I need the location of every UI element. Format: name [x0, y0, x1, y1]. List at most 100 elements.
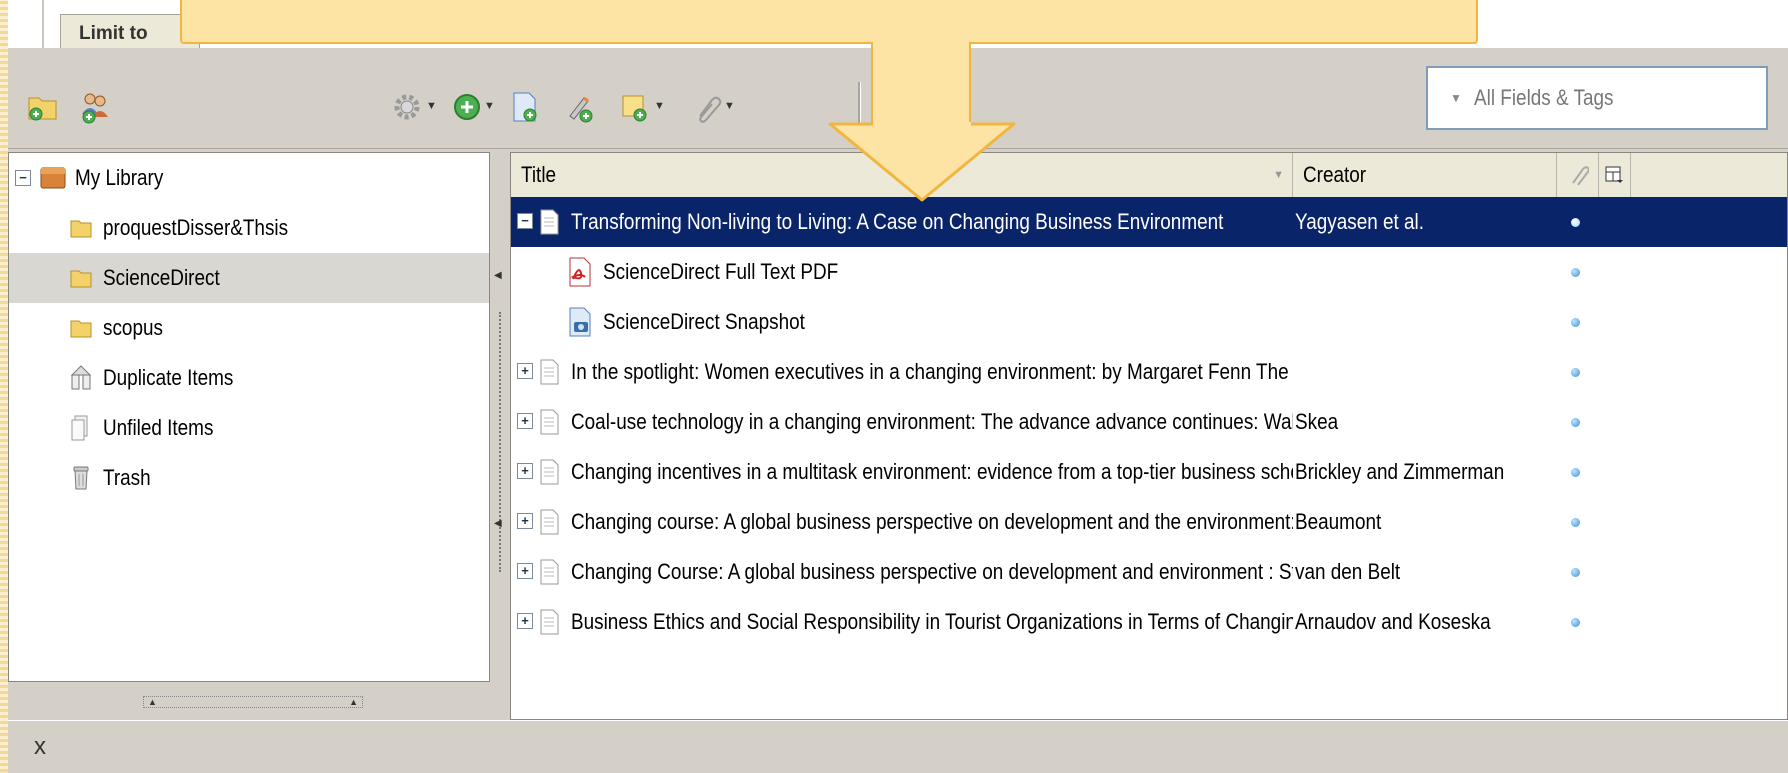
creator-cell: Beaumont: [1295, 497, 1557, 547]
creator-cell: [1295, 297, 1557, 347]
expand-toggle[interactable]: +: [517, 463, 533, 479]
document-icon: [539, 409, 559, 441]
item-row[interactable]: + Changing Course: A global business pers…: [511, 547, 1787, 597]
item-title: Changing course: A global business persp…: [571, 509, 1293, 534]
library-icon: [40, 167, 66, 189]
collection-label: Unfiled Items: [103, 415, 214, 440]
attachment-status-icon[interactable]: [1571, 417, 1580, 427]
title-cell: Business Ethics and Social Responsibilit…: [571, 597, 1293, 647]
new-group-icon[interactable]: [78, 90, 112, 124]
search-mode-label: All Fields & Tags: [1473, 85, 1614, 110]
collections-pane-footer: ▲ ▲: [8, 682, 490, 720]
collapse-toggle[interactable]: −: [15, 170, 31, 186]
expand-toggle[interactable]: +: [517, 613, 533, 629]
actions-dropdown-arrow[interactable]: ▼: [426, 100, 437, 112]
collection-proquest[interactable]: proquestDisser&Thsis: [9, 203, 489, 253]
expand-toggle[interactable]: +: [517, 413, 533, 429]
item-row[interactable]: + Business Ethics and Social Responsibili…: [511, 597, 1787, 647]
item-title: Coal-use technology in a changing enviro…: [571, 409, 1293, 434]
creator-cell: Yagyasen et al.: [1295, 197, 1557, 247]
link-dropdown-arrow[interactable]: ▼: [724, 100, 735, 112]
collection-label: My Library: [75, 165, 164, 190]
document-icon: [539, 209, 559, 241]
creator-column-header[interactable]: Creator: [1293, 153, 1557, 197]
items-pane: Title ▼ Creator − Transforming Non-living…: [510, 152, 1788, 720]
new-note-icon[interactable]: [564, 90, 598, 124]
title-cell: Changing incentives in a multitask envir…: [571, 447, 1293, 497]
sort-indicator-icon: ▼: [1273, 169, 1284, 181]
new-item-dropdown-arrow[interactable]: ▼: [484, 100, 495, 112]
item-creator: van den Belt: [1295, 559, 1401, 584]
item-row[interactable]: − Transforming Non-living to Living: A Ca…: [511, 197, 1787, 247]
item-row[interactable]: + Changing incentives in a multitask envi…: [511, 447, 1787, 497]
collection-label: proquestDisser&Thsis: [103, 215, 289, 240]
item-title: ScienceDirect Snapshot: [603, 309, 805, 334]
items-column-header: Title ▼ Creator: [511, 153, 1787, 198]
close-pane-button[interactable]: x: [34, 733, 46, 761]
snapshot-icon: [567, 307, 593, 343]
attachment-status-icon[interactable]: [1571, 267, 1580, 277]
item-row[interactable]: + Changing course: A global business pers…: [511, 497, 1787, 547]
collection-duplicate-items[interactable]: Duplicate Items: [9, 353, 489, 403]
item-creator: Beaumont: [1295, 509, 1382, 534]
attachment-status-icon[interactable]: [1571, 567, 1580, 577]
limit-to-tab[interactable]: Limit to: [60, 14, 200, 48]
document-icon: [539, 459, 559, 491]
attachment-row[interactable]: ScienceDirect Snapshot: [511, 297, 1787, 347]
callout-banner: [180, 0, 1478, 44]
attachment-paperclip-icon: [1572, 166, 1589, 186]
expand-toggle[interactable]: +: [517, 513, 533, 529]
search-mode-dropdown-icon[interactable]: ▼: [1450, 91, 1462, 105]
expand-toggle[interactable]: +: [517, 363, 533, 379]
attachment-status-icon[interactable]: [1571, 317, 1580, 327]
attach-link-icon[interactable]: [690, 90, 724, 124]
collection-my-library[interactable]: − My Library: [9, 153, 489, 203]
attachment-status-icon[interactable]: [1571, 517, 1580, 527]
document-icon: [539, 509, 559, 541]
add-item-by-identifier-icon[interactable]: [508, 90, 542, 124]
new-collection-icon[interactable]: [26, 90, 60, 124]
folder-icon: [70, 270, 92, 288]
status-bar: x: [8, 720, 1788, 773]
collection-label: ScienceDirect: [103, 265, 220, 290]
attachment-row[interactable]: ScienceDirect Full Text PDF: [511, 247, 1787, 297]
add-attachment-icon[interactable]: [618, 90, 652, 124]
document-icon: [539, 559, 559, 591]
column-picker-icon: [1605, 166, 1623, 183]
collection-sciencedirect[interactable]: ScienceDirect: [9, 253, 489, 303]
collection-scopus[interactable]: scopus: [9, 303, 489, 353]
title-cell: In the spotlight: Women executives in a …: [571, 347, 1293, 397]
splitter-collapse-left[interactable]: ◀: [494, 270, 502, 281]
creator-cell: [1295, 247, 1557, 297]
collapse-toggle[interactable]: −: [517, 213, 533, 229]
attachments-column-header[interactable]: [1557, 153, 1599, 197]
item-title: In the spotlight: Women executives in a …: [571, 359, 1293, 384]
item-creator: Skea: [1295, 409, 1339, 434]
item-creator: Brickley and Zimmerman: [1295, 459, 1505, 484]
search-field[interactable]: ▼ All Fields & Tags: [1426, 66, 1768, 130]
attachment-dropdown-arrow[interactable]: ▼: [654, 100, 665, 112]
item-row[interactable]: + Coal-use technology in a changing envir…: [511, 397, 1787, 447]
attachment-status-icon[interactable]: [1571, 617, 1580, 627]
column-picker-button[interactable]: [1599, 153, 1631, 197]
callout-arrow-icon: [828, 122, 1016, 202]
splitter-collapse-right[interactable]: ◀: [494, 518, 502, 529]
actions-gear-icon[interactable]: [390, 90, 424, 124]
attachment-status-icon[interactable]: [1571, 367, 1580, 377]
collection-unfiled-items[interactable]: Unfiled Items: [9, 403, 489, 453]
attachment-status-icon[interactable]: [1571, 467, 1580, 477]
tag-selector-grippy[interactable]: ▲ ▲: [143, 696, 363, 708]
attachment-status-icon[interactable]: [1571, 217, 1580, 227]
pane-splitter[interactable]: ◀ ◀: [490, 152, 510, 720]
expand-toggle[interactable]: +: [517, 563, 533, 579]
folder-icon: [70, 320, 92, 338]
new-item-icon[interactable]: [450, 90, 484, 124]
item-creator: Arnaudov and Koseska: [1295, 609, 1491, 634]
collection-trash[interactable]: Trash: [9, 453, 489, 503]
callout-arrow-shaft: [871, 42, 971, 124]
item-title: Business Ethics and Social Responsibilit…: [571, 609, 1293, 634]
title-cell: Coal-use technology in a changing enviro…: [571, 397, 1293, 447]
creator-cell: Brickley and Zimmerman: [1295, 447, 1557, 497]
item-title: ScienceDirect Full Text PDF: [603, 259, 839, 284]
item-row[interactable]: + In the spotlight: Women executives in a…: [511, 347, 1787, 397]
